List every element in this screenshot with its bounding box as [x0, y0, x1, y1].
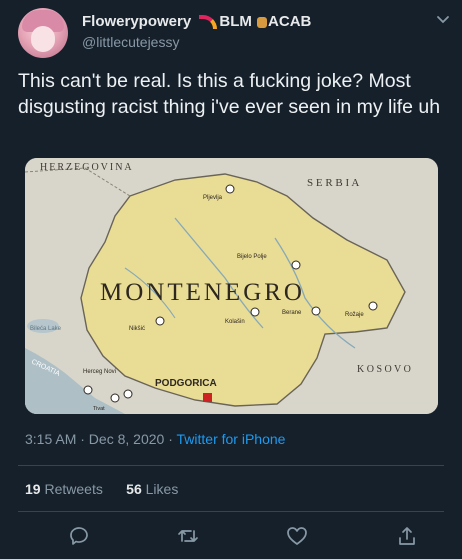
city-marker — [311, 306, 321, 316]
like-icon[interactable] — [286, 526, 308, 546]
city-herceg-novi: Herceg Novi — [83, 369, 116, 375]
retweets-count[interactable]: 19 — [25, 481, 41, 497]
label-serbia: S E R B I A — [307, 177, 359, 189]
tweet-stats: 19 Retweets 56 Likes — [25, 481, 178, 497]
city-marker — [225, 184, 235, 194]
avatar-face — [31, 26, 55, 52]
badge-acab: ACAB — [268, 13, 312, 30]
city-marker — [250, 307, 260, 317]
city-pljevlja: Pljevlja — [203, 195, 223, 201]
share-icon[interactable] — [396, 526, 418, 546]
avatar[interactable] — [18, 8, 68, 58]
city-rozaje: Rožaje — [345, 312, 364, 318]
display-name[interactable]: Flowerypowery BLM ACAB — [82, 13, 311, 30]
city-podgorica: PODGORICA — [155, 378, 217, 389]
chevron-down-icon[interactable] — [435, 14, 451, 26]
rainbow-icon — [199, 15, 218, 30]
city-marker — [123, 389, 133, 399]
tweet-timestamp: 3:15 AM · Dec 8, 2020 · Twitter for iPho… — [25, 431, 285, 447]
retweets-label[interactable]: Retweets — [44, 481, 102, 497]
label-kosovo: K O S O V O — [357, 364, 411, 375]
city-marker — [291, 260, 301, 270]
city-bijelo-polje: Bijelo Polje — [237, 254, 267, 260]
user-handle[interactable]: @littlecutejessy — [82, 34, 179, 50]
city-berane: Berane — [282, 310, 302, 316]
label-herzegovina: HERZEGOVINA — [40, 162, 134, 173]
city-niksic: Nikšić — [129, 326, 145, 332]
likes-label[interactable]: Likes — [146, 481, 179, 497]
badge-blm: BLM — [219, 13, 252, 30]
raised-fist-icon — [257, 16, 268, 28]
timestamp-text: 3:15 AM · Dec 8, 2020 · — [25, 431, 177, 447]
map-image[interactable]: HERZEGOVINA S E R B I A K O S O V O CROA… — [25, 158, 438, 414]
capital-marker — [203, 393, 212, 402]
display-name-text: Flowerypowery — [82, 13, 192, 30]
city-marker — [368, 301, 378, 311]
city-tivat: Tivat — [93, 406, 105, 412]
tweet-source-link[interactable]: Twitter for iPhone — [177, 431, 286, 447]
tweet-text: This can't be real. Is this a fucking jo… — [18, 70, 441, 118]
city-kolasin: Kolašin — [225, 319, 245, 325]
city-marker — [155, 316, 165, 326]
label-bileca: Bileća Lake — [30, 326, 62, 332]
likes-count[interactable]: 56 — [126, 481, 142, 497]
city-marker — [83, 385, 93, 395]
divider — [18, 465, 444, 466]
retweet-icon[interactable] — [177, 526, 199, 546]
divider — [18, 511, 444, 512]
label-montenegro: MONTENEGRO — [100, 279, 305, 306]
reply-icon[interactable] — [68, 526, 90, 546]
city-marker — [110, 393, 120, 403]
